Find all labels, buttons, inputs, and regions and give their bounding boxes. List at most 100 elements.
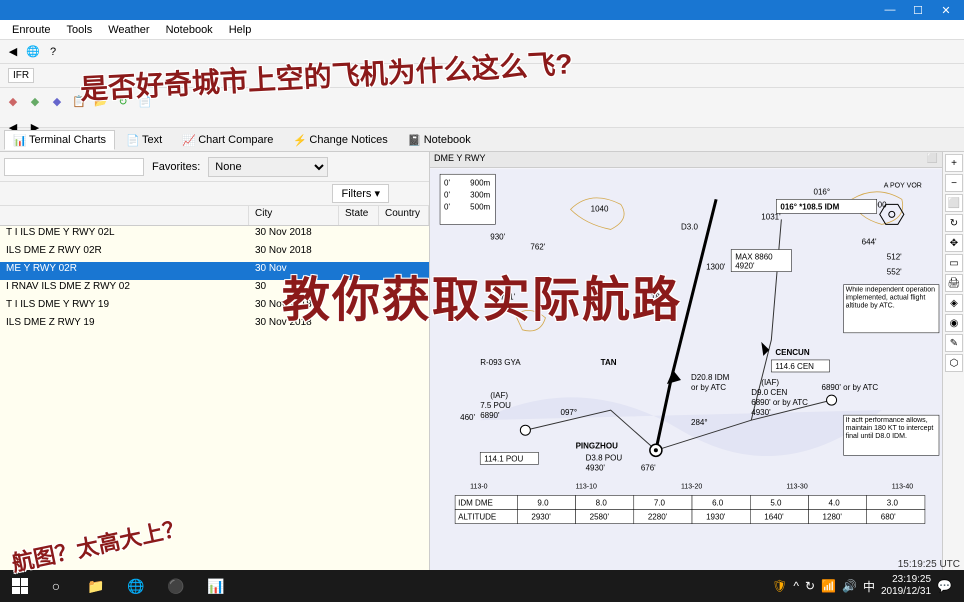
chart-list-panel: Favorites: None Filters ▾ City State Cou…	[0, 152, 430, 582]
help-icon[interactable]: ?	[44, 43, 62, 61]
svg-text:0': 0'	[444, 178, 450, 187]
tool-icon-6[interactable]: ↻	[114, 92, 132, 110]
col-state-header[interactable]: State	[339, 206, 379, 225]
task-app-4[interactable]: 📊	[196, 571, 236, 601]
tab-terminal-charts[interactable]: 📊 Terminal Charts	[4, 130, 115, 150]
svg-text:3.0: 3.0	[887, 499, 899, 508]
minimize-button[interactable]: —	[876, 2, 904, 18]
menubar: Enroute Tools Weather Notebook Help	[0, 20, 964, 40]
list-body[interactable]: T I ILS DME Y RWY 02L30 Nov 2018ILS DME …	[0, 226, 429, 582]
svg-text:5.0: 5.0	[770, 499, 782, 508]
tray-network-icon[interactable]: 📶	[821, 579, 836, 593]
zoom-in-icon[interactable]: +	[945, 154, 963, 172]
svg-text:2930': 2930'	[531, 513, 551, 522]
filters-subrow: Filters ▾	[0, 182, 429, 206]
list-item[interactable]: ILS DME Z RWY 02R30 Nov 2018	[0, 244, 429, 262]
tray-shield-icon[interactable]: 🛡	[772, 579, 787, 593]
taskbar-clock[interactable]: 23:19:25 2019/12/31	[881, 574, 931, 598]
svg-text:2280': 2280'	[648, 513, 668, 522]
tool-icon-7[interactable]: 📄	[136, 92, 154, 110]
svg-text:762': 762'	[530, 243, 545, 252]
back-button[interactable]: ◀	[4, 43, 22, 61]
tray-ime-icon[interactable]: 中	[863, 578, 875, 595]
favorites-select[interactable]: None	[208, 157, 328, 177]
task-app-2[interactable]: 🌐	[116, 571, 156, 601]
fit-icon[interactable]: ⬜	[945, 194, 963, 212]
task-search-icon[interactable]: ○	[36, 571, 76, 601]
close-button[interactable]: ✕	[932, 2, 960, 18]
chart-content[interactable]: 1040 1000 0'900m 0'300m 0'500m 016° *108…	[430, 168, 942, 582]
filters-button[interactable]: Filters ▾	[332, 184, 389, 203]
flight-rule-selector[interactable]: IFR	[8, 68, 34, 83]
pan-icon[interactable]: ✥	[945, 234, 963, 252]
menu-weather[interactable]: Weather	[100, 22, 157, 38]
tool-icon-3[interactable]: ◆	[48, 92, 66, 110]
tab-text[interactable]: 📄 Text	[117, 130, 171, 150]
task-app-1[interactable]: 📁	[76, 571, 116, 601]
icon-toolbar: ◆ ◆ ◆ 📋 📂 ↻ 📄 ◀ ▶	[0, 88, 964, 128]
clock-date: 2019/12/31	[881, 586, 931, 598]
chart-header-bar: DME Y RWY ⬜	[430, 152, 942, 168]
tray-chevron-icon[interactable]: ^	[793, 579, 799, 593]
menu-tools[interactable]: Tools	[59, 22, 101, 38]
tool-icon-4[interactable]: 📋	[70, 92, 88, 110]
tool-b-icon[interactable]: ◉	[945, 314, 963, 332]
svg-text:113-40: 113-40	[892, 483, 913, 490]
list-item[interactable]: T I ILS DME Y RWY 02L30 Nov 2018	[0, 226, 429, 244]
tray-sync-icon[interactable]: ↻	[805, 579, 815, 593]
svg-text:113-20: 113-20	[681, 483, 702, 490]
tab-label: Chart Compare	[198, 134, 273, 146]
col-country-header[interactable]: Country	[379, 206, 429, 225]
tool-icon-5[interactable]: 📂	[92, 92, 110, 110]
tool-icon-2[interactable]: ◆	[26, 92, 44, 110]
menu-help[interactable]: Help	[221, 22, 260, 38]
svg-text:284°: 284°	[691, 418, 708, 427]
rotate-icon[interactable]: ↻	[945, 214, 963, 232]
start-button[interactable]	[4, 570, 36, 602]
tool-d-icon[interactable]: ⬡	[945, 354, 963, 372]
list-item[interactable]: ILS DME Z RWY 1930 Nov 2018	[0, 316, 429, 334]
tab-change-notices[interactable]: ⚡ Change Notices	[284, 130, 396, 150]
list-item[interactable]: I RNAV ILS DME Z RWY 0230	[0, 280, 429, 298]
status-bar: 15:19:25 UTC	[898, 559, 960, 570]
svg-text:4930': 4930'	[586, 463, 606, 472]
svg-text:114.1 POU: 114.1 POU	[484, 454, 523, 463]
svg-text:D3.0: D3.0	[681, 222, 698, 231]
tab-notebook[interactable]: 📓 Notebook	[399, 130, 480, 150]
select-icon[interactable]: ▭	[945, 254, 963, 272]
col-name-header[interactable]	[0, 206, 249, 225]
svg-text:1930': 1930'	[706, 513, 726, 522]
svg-text:4920': 4920'	[735, 262, 755, 271]
tray-volume-icon[interactable]: 🔊	[842, 579, 857, 593]
chart-viewer[interactable]: DME Y RWY ⬜ 1040 1000 0'900m 0'300m 0'	[430, 152, 942, 582]
svg-text:1031': 1031'	[761, 212, 781, 221]
tray-notifications-icon[interactable]: 💬	[937, 579, 952, 593]
search-input[interactable]	[4, 158, 144, 176]
svg-text:113-10: 113-10	[576, 483, 597, 490]
svg-text:6890' or by ATC: 6890' or by ATC	[751, 398, 808, 407]
expand-icon[interactable]: ⬜	[927, 153, 938, 166]
svg-text:1846': 1846'	[651, 293, 671, 302]
svg-text:4930': 4930'	[751, 408, 771, 417]
print-icon[interactable]: 🖨	[945, 274, 963, 292]
col-city-header[interactable]: City	[249, 206, 339, 225]
menu-notebook[interactable]: Notebook	[158, 22, 221, 38]
titlebar: — ☐ ✕	[0, 0, 964, 20]
svg-text:1300': 1300'	[706, 263, 726, 272]
svg-text:9.0: 9.0	[537, 499, 549, 508]
globe-icon[interactable]: 🌐	[24, 43, 42, 61]
svg-text:0': 0'	[444, 190, 450, 199]
tab-label: Change Notices	[309, 134, 387, 146]
svg-text:512': 512'	[887, 253, 902, 262]
maximize-button[interactable]: ☐	[904, 2, 932, 18]
task-app-3[interactable]: ⚫	[156, 571, 196, 601]
tool-icon-1[interactable]: ◆	[4, 92, 22, 110]
menu-enroute[interactable]: Enroute	[4, 22, 59, 38]
tool-c-icon[interactable]: ✎	[945, 334, 963, 352]
svg-text:D3.8 POU: D3.8 POU	[586, 453, 623, 462]
tab-chart-compare[interactable]: 📈 Chart Compare	[173, 130, 282, 150]
list-item[interactable]: T I ILS DME Y RWY 1930 Nov 2018	[0, 298, 429, 316]
tool-a-icon[interactable]: ◈	[945, 294, 963, 312]
zoom-out-icon[interactable]: −	[945, 174, 963, 192]
list-item[interactable]: ME Y RWY 02R30 Nov	[0, 262, 429, 280]
